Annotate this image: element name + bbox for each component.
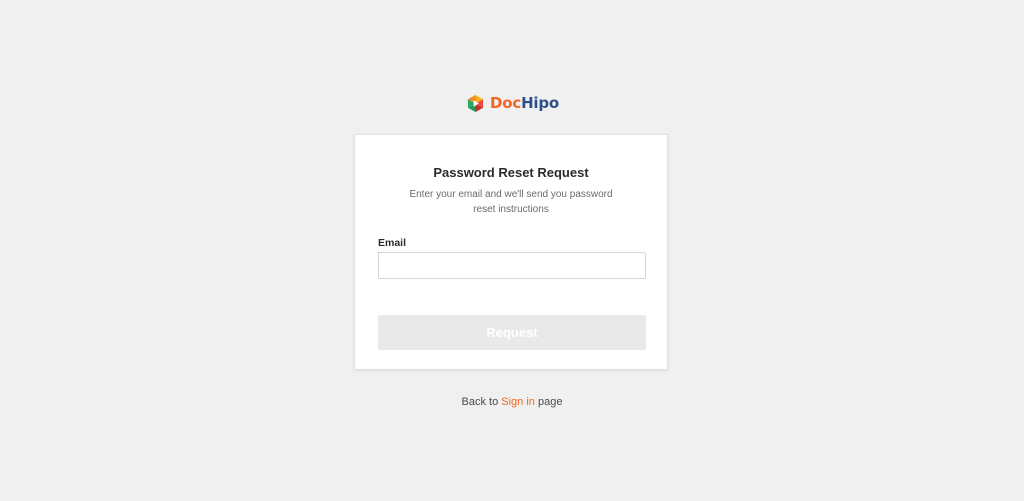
password-reset-card: Password Reset Request Enter your email …	[354, 134, 668, 370]
page-title: Password Reset Request	[433, 165, 589, 180]
page-subtitle: Enter your email and we'll send you pass…	[409, 189, 613, 215]
back-suffix-text: page	[537, 396, 563, 408]
email-label: Email	[378, 237, 407, 253]
sign-in-link[interactable]: Sign in	[501, 396, 535, 408]
dochipo-logo[interactable]: DocHipo	[466, 93, 559, 113]
request-button[interactable]: Request	[378, 315, 646, 350]
email-field[interactable]	[378, 252, 646, 279]
dochipo-wordmark: DocHipo	[490, 94, 560, 112]
dochipo-logo-icon	[467, 94, 484, 112]
back-to-sign-in: Back to Sign in page	[0, 395, 1024, 409]
back-prefix-text: Back to	[461, 396, 499, 408]
